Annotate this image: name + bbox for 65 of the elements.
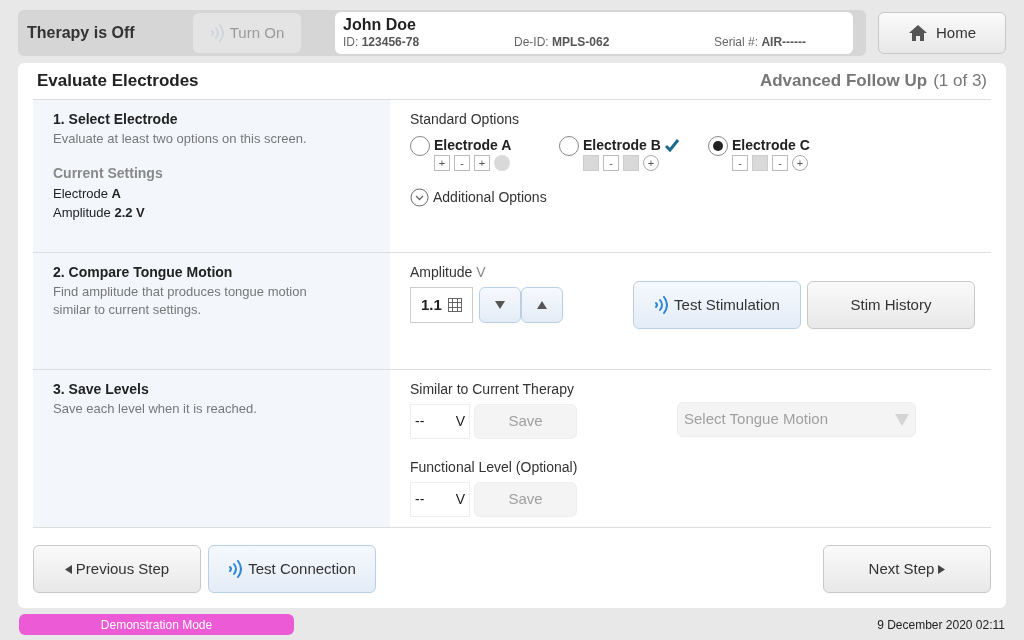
page-title: Evaluate Electrodes [37, 70, 199, 93]
step-description: Evaluate at least two options on this screen. [53, 130, 308, 148]
level-field[interactable]: -- V [410, 404, 470, 439]
workflow-name: Advanced Follow Up [759, 70, 928, 93]
demonstration-mode-badge: Demonstration Mode [19, 614, 294, 635]
chevron-down-icon [410, 188, 429, 207]
test-stimulation-button[interactable]: Test Stimulation [633, 281, 801, 329]
contact-symbol: - [603, 155, 619, 171]
additional-options-toggle[interactable]: Additional Options [410, 187, 547, 208]
contact-symbol: + [474, 155, 490, 171]
test-connection-button[interactable]: Test Connection [208, 545, 376, 593]
up-triangle-icon [537, 301, 547, 309]
step-title: 1. Select Electrode [53, 110, 179, 129]
inactive-contact [623, 155, 639, 171]
contact-symbol: + [434, 155, 450, 171]
inactive-contact [583, 155, 599, 171]
step-description: Save each level when it is reached. [53, 400, 258, 418]
stim-history-button[interactable]: Stim History [807, 281, 975, 329]
increase-button[interactable] [521, 287, 563, 323]
amplitude-label: Amplitude [410, 263, 473, 282]
patient-field: Serial #: AIR------ [714, 34, 807, 50]
level-label: Similar to Current Therapy [410, 380, 575, 399]
step-counter: (1 of 3) [933, 70, 987, 93]
radio-button[interactable] [708, 136, 728, 156]
current-setting: Electrode A [53, 185, 122, 203]
contact-symbol: - [454, 155, 470, 171]
step-title: 3. Save Levels [53, 380, 150, 399]
electrode-label: Electrode B [583, 136, 661, 154]
decrease-button[interactable] [479, 287, 521, 323]
date-time: 9 December 2020 02:11 [877, 616, 1005, 634]
left-triangle-icon [64, 564, 72, 574]
patient-field: De-ID: MPLS-062 [514, 34, 714, 50]
signal-waves-icon [654, 296, 669, 314]
right-triangle-icon [938, 564, 946, 574]
electrode-label: Electrode A [434, 136, 512, 154]
home-button[interactable]: Home [878, 12, 1006, 54]
step-description: Find amplitude that produces tongue motion similar to current settings. [53, 283, 308, 319]
contact-symbol: + [643, 155, 659, 171]
contact-symbol: + [792, 155, 808, 171]
electrode-label: Electrode C [732, 136, 810, 154]
contact-symbol: - [732, 155, 748, 171]
level-label: Functional Level (Optional) [410, 458, 579, 477]
next-step-button[interactable]: Next Step [823, 545, 991, 593]
previous-step-button[interactable]: Previous Step [33, 545, 201, 593]
keypad-icon [448, 298, 462, 312]
unit-label: V [476, 263, 486, 282]
options-label: Standard Options [410, 110, 520, 129]
amplitude-field[interactable]: 1.1 [410, 287, 473, 323]
down-triangle-icon [495, 301, 505, 309]
settings-title: Current Settings [53, 164, 164, 183]
radio-button[interactable] [410, 136, 430, 156]
signal-waves-icon [228, 560, 243, 578]
inactive-contact [494, 155, 510, 171]
checkmark-icon [664, 138, 679, 152]
home-icon [908, 24, 928, 42]
level-field[interactable]: -- V [410, 482, 470, 517]
patient-field: ID: 123456-78 [343, 34, 514, 50]
radio-button[interactable] [559, 136, 579, 156]
inactive-contact [752, 155, 768, 171]
current-setting: Amplitude 2.2 V [53, 204, 146, 222]
patient-name: John Doe [343, 16, 417, 34]
step-title: 2. Compare Tongue Motion [53, 263, 234, 282]
dropdown-caret-icon [895, 413, 909, 426]
contact-symbol: - [772, 155, 788, 171]
therapy-status: Therapy is Off [27, 23, 136, 43]
